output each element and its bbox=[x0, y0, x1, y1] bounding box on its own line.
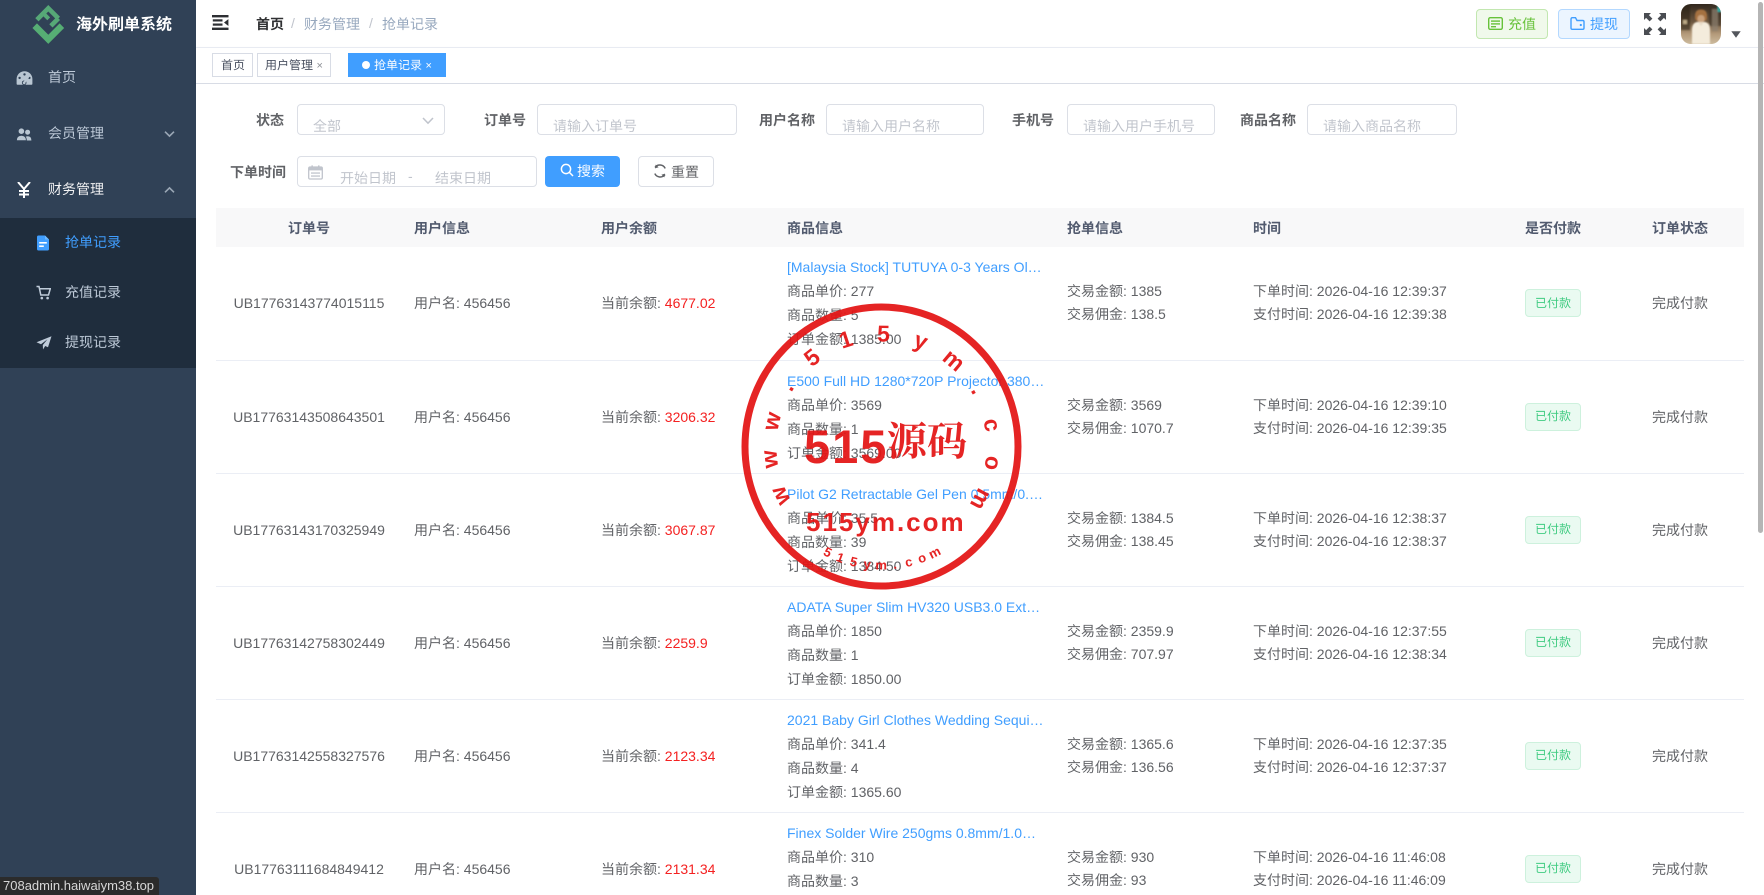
svg-text:o: o bbox=[916, 550, 929, 567]
svg-text:m: m bbox=[926, 543, 943, 562]
svg-text:m: m bbox=[875, 557, 887, 572]
svg-text:5: 5 bbox=[848, 554, 859, 570]
svg-text:1: 1 bbox=[834, 549, 846, 566]
svg-text:5: 5 bbox=[821, 544, 834, 561]
svg-text:y: y bbox=[863, 556, 873, 572]
svg-text:.: . bbox=[892, 557, 897, 572]
svg-text:c: c bbox=[903, 554, 913, 570]
